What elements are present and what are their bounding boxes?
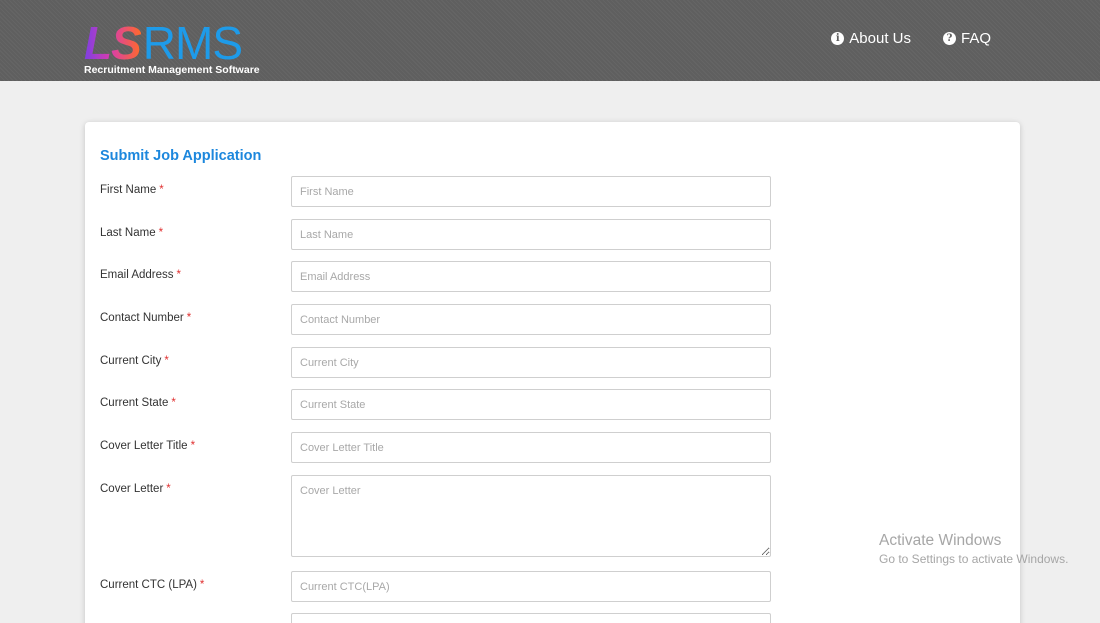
cover-letter-textarea[interactable] — [291, 475, 771, 557]
next-field-input[interactable] — [291, 613, 771, 623]
cover-letter-title-input[interactable] — [291, 432, 771, 463]
first-name-input[interactable] — [291, 176, 771, 207]
logo-subtitle: Recruitment Management Software — [84, 64, 260, 76]
current-ctc-input[interactable] — [291, 571, 771, 602]
nav-faq-label: FAQ — [960, 30, 991, 47]
email-address-label: Email Address * — [100, 269, 181, 281]
last-name-input[interactable] — [291, 219, 771, 250]
email-address-input[interactable] — [291, 261, 771, 292]
nav-about-us-label: About Us — [849, 30, 911, 47]
current-city-input[interactable] — [291, 347, 771, 378]
current-ctc-label: Current CTC (LPA) * — [100, 579, 205, 591]
required-marker: * — [159, 184, 164, 196]
required-marker: * — [176, 269, 181, 281]
current-state-input[interactable] — [291, 389, 771, 420]
current-city-label: Current City * — [100, 355, 169, 367]
required-marker: * — [171, 397, 176, 409]
required-marker: * — [158, 227, 164, 239]
cover-letter-label: Cover Letter * — [100, 483, 171, 495]
cover-letter-title-label: Cover Letter Title * — [100, 440, 196, 452]
job-application-card: Submit Job Application First Name* Last … — [85, 122, 1020, 623]
current-state-label: Current State * — [100, 397, 176, 409]
required-marker: * — [164, 355, 169, 367]
contact-number-label: Contact Number * — [100, 312, 192, 324]
required-marker: * — [190, 440, 196, 452]
required-marker: * — [166, 483, 171, 495]
form-title: Submit Job Application — [100, 148, 262, 164]
logo-rms-text: RMS — [142, 17, 243, 69]
lsrms-logo[interactable]: LS RMS Recruitment Management Software — [84, 16, 264, 78]
required-marker: * — [186, 312, 192, 324]
contact-number-input[interactable] — [291, 304, 771, 335]
header-nav: i About Us ? FAQ — [831, 30, 991, 47]
top-navbar: LS RMS Recruitment Management Software i… — [0, 0, 1100, 81]
question-circle-icon: ? — [942, 32, 956, 45]
required-marker: * — [199, 579, 205, 591]
last-name-label: Last Name * — [100, 227, 164, 239]
logo-ls-text: LS — [84, 17, 142, 69]
logo-mark: LS RMS — [84, 16, 243, 69]
nav-faq-link[interactable]: ? FAQ — [942, 30, 991, 47]
nav-about-us-link[interactable]: i About Us — [831, 30, 911, 47]
info-circle-icon: i — [831, 32, 845, 45]
first-name-label: First Name * — [100, 184, 164, 196]
